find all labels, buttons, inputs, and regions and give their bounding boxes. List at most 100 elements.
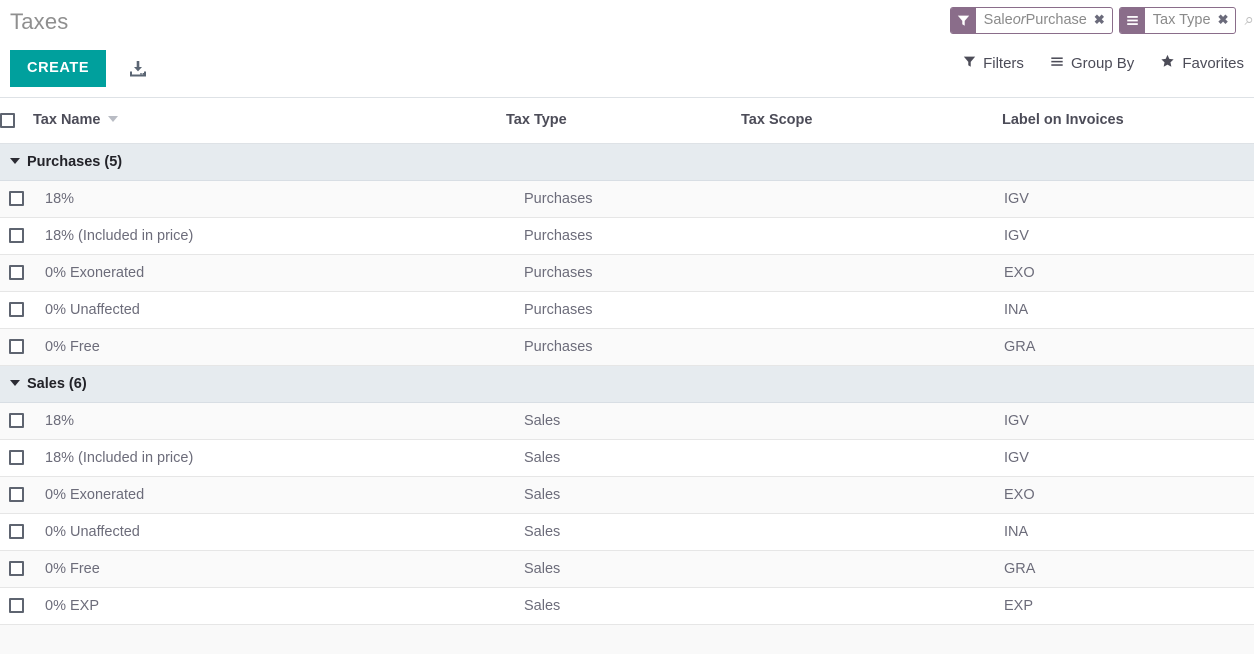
cell-tax-scope[interactable]	[741, 550, 1002, 587]
favorites-menu-button[interactable]: Favorites	[1160, 54, 1244, 72]
row-select-cell[interactable]	[0, 439, 33, 476]
cell-tax-name[interactable]: 18%	[33, 180, 506, 217]
cell-tax-type[interactable]: Purchases	[506, 254, 741, 291]
column-header-tax-name[interactable]: Tax Name	[33, 98, 506, 143]
column-header-label-on-invoices[interactable]: Label on Invoices	[1002, 98, 1254, 143]
cell-label-on-invoices[interactable]: GRA	[1002, 550, 1254, 587]
group-row-cell[interactable]: Purchases (5)	[0, 143, 1254, 180]
cell-tax-name[interactable]: 0% Free	[33, 328, 506, 365]
row-checkbox[interactable]	[9, 339, 24, 354]
cell-label-on-invoices[interactable]: IGV	[1002, 180, 1254, 217]
column-header-tax-scope[interactable]: Tax Scope	[741, 98, 1002, 143]
cell-tax-scope[interactable]	[741, 402, 1002, 439]
cell-tax-name[interactable]: 0% Exonerated	[33, 254, 506, 291]
row-checkbox[interactable]	[9, 598, 24, 613]
cell-tax-name[interactable]: 0% Exonerated	[33, 476, 506, 513]
row-checkbox[interactable]	[9, 228, 24, 243]
row-select-cell[interactable]	[0, 291, 33, 328]
row-checkbox[interactable]	[9, 413, 24, 428]
table-row[interactable]: 0% UnaffectedSales INA	[0, 513, 1254, 550]
row-checkbox[interactable]	[9, 487, 24, 502]
cell-tax-name[interactable]: 0% Unaffected	[33, 291, 506, 328]
cell-label-on-invoices[interactable]: GRA	[1002, 328, 1254, 365]
table-row[interactable]: 0% ExoneratedSales EXO	[0, 476, 1254, 513]
group-row[interactable]: Purchases (5)	[0, 143, 1254, 180]
filters-menu-button[interactable]: Filters	[963, 55, 1024, 72]
cell-tax-type[interactable]: Purchases	[506, 291, 741, 328]
table-row[interactable]: 0% ExoneratedPurchases EXO	[0, 254, 1254, 291]
cell-tax-type[interactable]: Sales	[506, 550, 741, 587]
cell-tax-type[interactable]: Sales	[506, 587, 741, 624]
row-checkbox[interactable]	[9, 191, 24, 206]
cell-tax-scope[interactable]	[741, 587, 1002, 624]
row-checkbox[interactable]	[9, 265, 24, 280]
table-row[interactable]: 18% (Included in price)Sales IGV	[0, 439, 1254, 476]
cell-label-on-invoices[interactable]: IGV	[1002, 217, 1254, 254]
searchview[interactable]: Sale or Purchase ✖ Tax Type ✖ ⌕	[934, 0, 1254, 40]
cell-tax-scope[interactable]	[741, 513, 1002, 550]
cell-tax-scope[interactable]	[741, 291, 1002, 328]
cell-label-on-invoices[interactable]: IGV	[1002, 402, 1254, 439]
cell-tax-type[interactable]: Sales	[506, 476, 741, 513]
table-body: Purchases (5)18%PurchasesIGV18% (Include…	[0, 143, 1254, 624]
row-select-cell[interactable]	[0, 476, 33, 513]
row-checkbox[interactable]	[9, 302, 24, 317]
row-select-cell[interactable]	[0, 217, 33, 254]
cell-tax-type[interactable]: Purchases	[506, 180, 741, 217]
row-select-cell[interactable]	[0, 180, 33, 217]
cell-tax-type[interactable]: Purchases	[506, 328, 741, 365]
row-select-cell[interactable]	[0, 513, 33, 550]
group-by-menu-button[interactable]: Group By	[1050, 55, 1134, 72]
table-row[interactable]: 0% UnaffectedPurchases INA	[0, 291, 1254, 328]
table-header-row: Tax Name Tax Type Tax Scope Label on Inv…	[0, 98, 1254, 143]
cell-tax-name[interactable]: 0% EXP	[33, 587, 506, 624]
cell-tax-scope[interactable]	[741, 476, 1002, 513]
row-checkbox[interactable]	[9, 450, 24, 465]
row-select-cell[interactable]	[0, 254, 33, 291]
row-select-cell[interactable]	[0, 550, 33, 587]
group-row[interactable]: Sales (6)	[0, 365, 1254, 402]
table-row[interactable]: 0% FreeSales GRA	[0, 550, 1254, 587]
create-button[interactable]: CREATE	[10, 50, 106, 87]
search-input[interactable]: ⌕	[1242, 10, 1254, 30]
export-download-icon[interactable]	[125, 56, 151, 82]
cell-tax-scope[interactable]	[741, 217, 1002, 254]
cell-label-on-invoices[interactable]: IGV	[1002, 439, 1254, 476]
cell-tax-type[interactable]: Purchases	[506, 217, 741, 254]
bars-icon	[1120, 8, 1145, 33]
cell-label-on-invoices[interactable]: INA	[1002, 513, 1254, 550]
cell-tax-scope[interactable]	[741, 328, 1002, 365]
cell-label-on-invoices[interactable]: EXO	[1002, 254, 1254, 291]
cell-tax-name[interactable]: 18% (Included in price)	[33, 217, 506, 254]
table-row[interactable]: 18%Sales IGV	[0, 402, 1254, 439]
cell-tax-type[interactable]: Sales	[506, 513, 741, 550]
facet-remove-icon[interactable]: ✖	[1218, 8, 1236, 33]
cell-tax-name[interactable]: 18%	[33, 402, 506, 439]
cell-label-on-invoices[interactable]: EXP	[1002, 587, 1254, 624]
facet-tax-type[interactable]: Tax Type ✖	[1119, 7, 1237, 34]
cell-tax-name[interactable]: 0% Free	[33, 550, 506, 587]
table-row[interactable]: 18%Purchases IGV	[0, 180, 1254, 217]
cell-tax-scope[interactable]	[741, 254, 1002, 291]
cell-tax-name[interactable]: 0% Unaffected	[33, 513, 506, 550]
table-row[interactable]: 0% EXPSales EXP	[0, 587, 1254, 624]
table-row[interactable]: 18% (Included in price)Purchases IGV	[0, 217, 1254, 254]
cell-tax-type[interactable]: Sales	[506, 439, 741, 476]
facet-sale-or-purchase[interactable]: Sale or Purchase ✖	[950, 7, 1113, 34]
select-all-checkbox[interactable]	[0, 113, 15, 128]
table-row[interactable]: 0% FreePurchases GRA	[0, 328, 1254, 365]
facet-remove-icon[interactable]: ✖	[1094, 8, 1112, 33]
row-select-cell[interactable]	[0, 402, 33, 439]
row-select-cell[interactable]	[0, 328, 33, 365]
cell-tax-name[interactable]: 18% (Included in price)	[33, 439, 506, 476]
cell-tax-type[interactable]: Sales	[506, 402, 741, 439]
row-select-cell[interactable]	[0, 587, 33, 624]
group-row-cell[interactable]: Sales (6)	[0, 365, 1254, 402]
cell-tax-scope[interactable]	[741, 439, 1002, 476]
row-checkbox[interactable]	[9, 561, 24, 576]
row-checkbox[interactable]	[9, 524, 24, 539]
cell-tax-scope[interactable]	[741, 180, 1002, 217]
column-header-tax-type[interactable]: Tax Type	[506, 98, 741, 143]
cell-label-on-invoices[interactable]: INA	[1002, 291, 1254, 328]
cell-label-on-invoices[interactable]: EXO	[1002, 476, 1254, 513]
